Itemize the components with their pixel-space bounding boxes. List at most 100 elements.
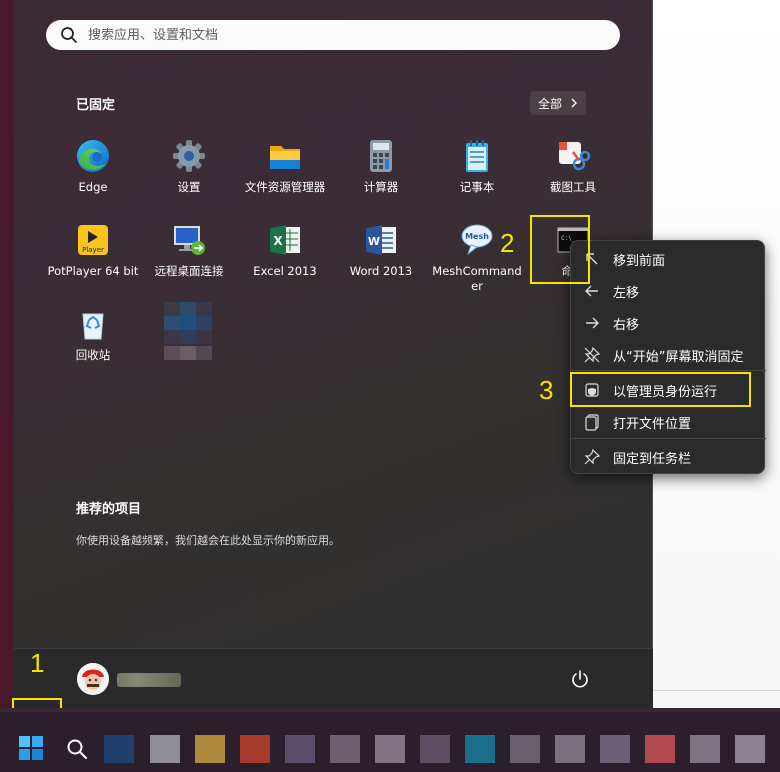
menu-item-label: 左移: [613, 285, 640, 301]
pinned-app-edge[interactable]: Edge: [45, 138, 141, 195]
taskbar-app-blurred[interactable]: [150, 735, 180, 763]
taskbar-app-blurred[interactable]: [645, 735, 675, 763]
search-input[interactable]: [88, 27, 588, 43]
pinned-section-title: 已固定: [76, 98, 116, 113]
chevron-right-icon: [571, 98, 578, 108]
search-box[interactable]: [46, 20, 620, 50]
app-label: 记事本: [459, 180, 495, 194]
app-label: PotPlayer 64 bit: [47, 264, 139, 278]
menu-item-move-to-front[interactable]: 移到前面: [571, 244, 766, 274]
menu-item-label: 从“开始”屏幕取消固定: [613, 349, 744, 365]
app-label: 截图工具: [550, 180, 596, 194]
menu-item-label: 打开文件位置: [613, 416, 692, 432]
step-number-3: 3: [539, 375, 554, 405]
taskbar-app-blurred[interactable]: [465, 735, 495, 763]
word-icon: W: [366, 225, 396, 255]
snipping-tool-icon: [559, 142, 591, 171]
remote-desktop-icon: [174, 226, 205, 255]
svg-text:W: W: [368, 235, 380, 248]
pinned-app-remote-desktop[interactable]: 远程桌面连接: [141, 222, 237, 279]
taskbar-app-blurred[interactable]: [285, 735, 315, 763]
menu-item-label: 移到前面: [613, 253, 666, 269]
pin-icon: [584, 448, 601, 465]
avatar[interactable]: [77, 663, 109, 695]
pinned-app-notepad[interactable]: 记事本: [429, 138, 525, 195]
taskbar-top-border: [0, 708, 780, 712]
unpin-icon: [584, 346, 601, 363]
taskbar-app-blurred[interactable]: [690, 735, 720, 763]
taskbar-app-blurred[interactable]: [510, 735, 540, 763]
settings-gear-icon: [173, 140, 205, 172]
pinned-app-settings[interactable]: 设置: [141, 138, 237, 195]
mesh-icon-text: Mesh: [465, 232, 489, 241]
menu-item-move-left[interactable]: 左移: [571, 276, 766, 306]
app-label: 回收站: [75, 348, 111, 362]
menu-separator: [571, 370, 766, 371]
menu-item-open-file-location[interactable]: 打开文件位置: [571, 407, 766, 437]
menu-item-unpin-from-start[interactable]: 从“开始”屏幕取消固定: [571, 340, 766, 370]
all-apps-button[interactable]: 全部: [530, 91, 587, 115]
app-label: 计算器: [363, 180, 399, 194]
open-folder-icon: [585, 414, 599, 431]
taskbar-app-blurred[interactable]: [195, 735, 225, 763]
menu-item-label: 右移: [613, 317, 640, 333]
excel-icon: X: [270, 225, 300, 255]
taskbar-app-blurred[interactable]: [735, 735, 765, 763]
taskbar-app-blurred[interactable]: [375, 735, 405, 763]
recommended-section-title: 推荐的项目: [76, 502, 142, 517]
power-icon[interactable]: [570, 669, 590, 689]
app-label: Word 2013: [349, 264, 413, 278]
taskbar-app-blurred[interactable]: [600, 735, 630, 763]
pinned-app-calculator[interactable]: 计算器: [333, 138, 429, 195]
pinned-app-file-explorer[interactable]: 文件资源管理器: [237, 138, 333, 195]
app-label: MeshCommander: [432, 264, 522, 293]
highlight-cmd-tile: [530, 215, 590, 284]
folder-icon: [270, 146, 300, 169]
menu-item-move-right[interactable]: 右移: [571, 308, 766, 338]
pinned-app-snipping-tool[interactable]: 截图工具: [525, 138, 621, 195]
recycle-bin-icon: [82, 313, 104, 340]
mesh-icon: Mesh: [461, 224, 493, 256]
windows-start-icon[interactable]: [18, 735, 44, 761]
recommended-description: 你使用设备越频繁，我们越会在此处显示你的新应用。: [76, 534, 340, 547]
calculator-icon: [370, 140, 392, 172]
potplayer-icon: Player: [78, 225, 108, 255]
menu-item-pin-to-taskbar[interactable]: 固定到任务栏: [571, 442, 766, 472]
context-menu: 移到前面 左移 右移 从“开始”屏幕取消固定 以管理员身份运行 打开文件位置 固…: [570, 240, 766, 474]
app-label: 远程桌面连接: [154, 264, 224, 278]
taskbar-app-blurred[interactable]: [104, 735, 134, 763]
desktop-divider: [653, 690, 780, 691]
taskbar-app-blurred[interactable]: [240, 735, 270, 763]
pinned-app-potplayer[interactable]: Player PotPlayer 64 bit: [45, 222, 141, 279]
potplayer-icon-text: Player: [82, 246, 104, 254]
step-number-2: 2: [500, 228, 515, 258]
edge-icon: [77, 140, 109, 172]
app-label: 文件资源管理器: [244, 180, 326, 194]
step-number-1: 1: [30, 648, 45, 678]
menu-separator: [571, 438, 766, 439]
taskbar-search-icon[interactable]: [66, 738, 88, 760]
arrow-right-icon: [586, 317, 599, 329]
start-menu: 已固定 全部 Edge 设置: [14, 0, 653, 708]
arrow-left-icon: [585, 285, 598, 297]
blurred-app-tile[interactable]: [164, 302, 212, 360]
search-icon: [61, 27, 77, 43]
taskbar-app-blurred[interactable]: [555, 735, 585, 763]
pinned-app-word[interactable]: W Word 2013: [333, 222, 429, 279]
taskbar: [0, 708, 780, 772]
pinned-app-excel[interactable]: X Excel 2013: [237, 222, 333, 279]
notepad-icon: [466, 140, 488, 172]
mario-avatar-icon: [77, 663, 109, 695]
highlight-run-as-admin: [570, 372, 751, 407]
taskbar-app-blurred[interactable]: [330, 735, 360, 763]
user-bar: [14, 648, 653, 708]
svg-text:X: X: [273, 234, 283, 248]
app-label: Edge: [78, 180, 108, 194]
desktop-left-edge: [0, 0, 14, 708]
pinned-app-recycle-bin[interactable]: 回收站: [45, 306, 141, 363]
taskbar-app-blurred[interactable]: [420, 735, 450, 763]
app-label: 设置: [177, 180, 201, 194]
app-label: Excel 2013: [253, 264, 317, 278]
user-name-redacted: [117, 673, 181, 687]
menu-item-label: 固定到任务栏: [613, 451, 692, 467]
